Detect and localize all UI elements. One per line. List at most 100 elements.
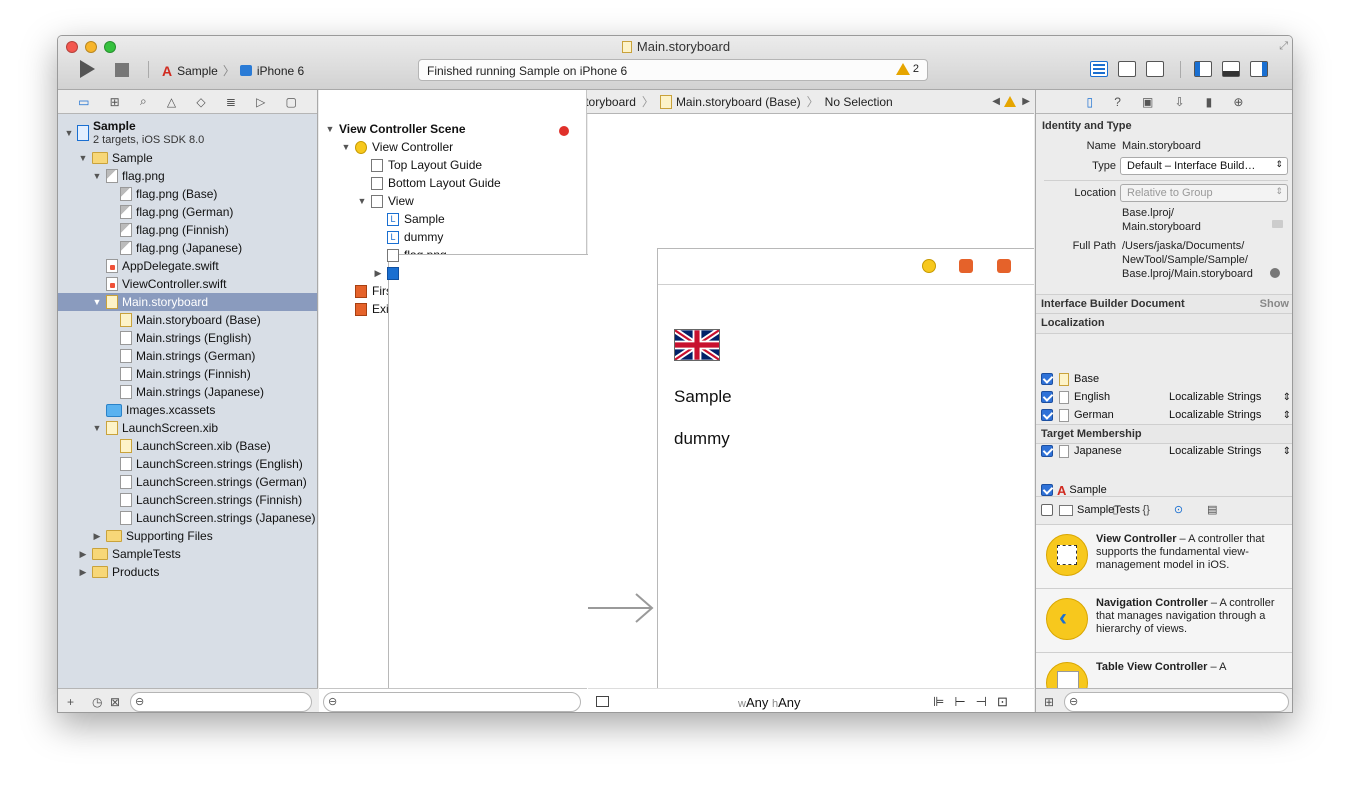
outline-item[interactable]: ▼ View Controller Scene — [319, 120, 788, 712]
navigator-item[interactable]: flag.png (Finnish) — [58, 221, 317, 239]
localization-kind-popup[interactable]: Localizable Strings — [1169, 409, 1261, 421]
navigator-item[interactable]: LaunchScreen.strings (English) — [58, 455, 317, 473]
name-value[interactable]: Main.storyboard — [1122, 140, 1201, 152]
popup-arrows-icon[interactable]: ⇕ — [1283, 392, 1291, 403]
size-inspector-tab-icon[interactable]: ▮ — [1206, 95, 1213, 109]
resizing-icon[interactable]: ⊡ — [997, 694, 1018, 709]
location-popup[interactable]: Relative to Group ⇕ — [1120, 184, 1288, 202]
flag-image[interactable] — [673, 327, 721, 363]
outline-item[interactable]: Bottom Layout Guide — [319, 174, 587, 192]
view-controller-icon[interactable] — [922, 259, 936, 273]
navigator-item[interactable]: ▶ Supporting Files — [58, 527, 317, 545]
ib-document-show-button[interactable]: Show — [1260, 298, 1289, 310]
disclosure-open-icon[interactable]: ▼ — [64, 124, 74, 142]
debug-area-toggle-icon[interactable] — [1222, 61, 1240, 77]
debug-navigator-tab-icon[interactable]: ≣ — [226, 95, 236, 109]
library-filter-field[interactable]: ⊖ — [1064, 692, 1289, 712]
dummy-label[interactable]: dummy — [674, 429, 730, 449]
disclosure-open-icon[interactable]: ▼ — [325, 120, 335, 138]
navigator-item[interactable]: flag.png (Base) — [58, 185, 317, 203]
outline-item[interactable]: Ldummy — [319, 228, 587, 246]
outline-item[interactable]: ▼ View Controller — [319, 138, 587, 156]
library-item[interactable]: ‹ Navigation Controller – A controller th… — [1036, 588, 1292, 652]
storyboard-canvas[interactable]: Sample dummy — [588, 114, 1034, 688]
view-controller-scene[interactable]: Sample dummy — [657, 248, 1034, 688]
disclosure-closed-icon[interactable]: ▶ — [92, 527, 102, 545]
outline-toggle-icon[interactable] — [596, 696, 609, 707]
target-checkbox[interactable] — [1041, 484, 1053, 496]
breadcrumb-item[interactable]: Main.storyboard (Base) — [659, 94, 801, 109]
navigator-item[interactable]: Main.strings (English) — [58, 329, 317, 347]
version-editor-icon[interactable] — [1146, 61, 1164, 77]
disclosure-closed-icon[interactable]: ▶ — [78, 545, 88, 563]
reveal-in-finder-icon[interactable] — [1270, 268, 1280, 278]
navigator-item[interactable]: Main.strings (Finnish) — [58, 365, 317, 383]
size-class-control[interactable]: wAny hAny — [738, 695, 801, 710]
add-icon[interactable]: + — [67, 695, 74, 709]
disclosure-open-icon[interactable]: ▼ — [92, 293, 102, 311]
localization-checkbox[interactable] — [1041, 391, 1053, 403]
find-navigator-tab-icon[interactable]: ⌕ — [140, 94, 147, 109]
navigator-item[interactable]: ▼ Sample — [58, 149, 317, 167]
code-snippet-library-icon[interactable]: {} — [1143, 504, 1150, 516]
navigator-item[interactable]: ▶ SampleTests — [58, 545, 317, 563]
choose-location-folder-icon[interactable] — [1272, 220, 1283, 228]
navigator-item[interactable]: LaunchScreen.strings (Finnish) — [58, 491, 317, 509]
disclosure-open-icon[interactable]: ▼ — [357, 192, 367, 210]
library-item[interactable]: View Controller – A controller that supp… — [1036, 524, 1292, 588]
quick-help-tab-icon[interactable]: ? — [1114, 95, 1121, 109]
object-library-icon[interactable]: ⊙ — [1174, 503, 1183, 516]
assistant-editor-icon[interactable] — [1118, 61, 1136, 77]
file-inspector-tab-icon[interactable]: ▯ — [1087, 95, 1094, 109]
navigator-item[interactable]: LaunchScreen.strings (German) — [58, 473, 317, 491]
standard-editor-icon[interactable] — [1090, 61, 1108, 77]
disclosure-open-icon[interactable]: ▼ — [92, 419, 102, 437]
navigator-item[interactable]: ▼ LaunchScreen.xib — [58, 419, 317, 437]
navigator-item[interactable]: ▼ Main.storyboard — [58, 293, 317, 311]
align-icon[interactable]: ⊫ — [933, 694, 954, 709]
pin-icon[interactable]: ⊢ — [954, 694, 975, 709]
utilities-toggle-icon[interactable] — [1250, 61, 1268, 77]
project-root[interactable]: ▼ Sample 2 targets, iOS SDK 8.0 — [58, 117, 317, 149]
outline-item[interactable]: L Sample — [319, 210, 587, 228]
resolve-icon[interactable]: ⊣ — [976, 694, 997, 709]
navigator-item[interactable]: Main.storyboard (Base) — [58, 311, 317, 329]
identity-inspector-tab-icon[interactable]: ▣ — [1142, 95, 1153, 109]
navigator-item[interactable]: Images.xcassets — [58, 401, 317, 419]
breakpoint-navigator-tab-icon[interactable]: ▷ — [256, 95, 265, 109]
navigator-item[interactable]: ViewController.swift — [58, 275, 317, 293]
next-issue-icon[interactable]: ▶ — [1022, 96, 1030, 107]
project-navigator-tab-icon[interactable]: ▭ — [78, 95, 89, 109]
navigator-item[interactable]: ▶ Products — [58, 563, 317, 581]
navigator-filter-field[interactable]: ⊖ — [130, 692, 312, 712]
navigator-item[interactable]: Main.strings (German) — [58, 347, 317, 365]
outline-filter-field[interactable]: ⊖ — [323, 692, 581, 712]
sample-label[interactable]: Sample — [674, 387, 732, 407]
type-popup[interactable]: Default – Interface Build… ⇕ — [1120, 157, 1288, 175]
navigator-item[interactable]: AppDelegate.swift — [58, 257, 317, 275]
popup-arrows-icon[interactable]: ⇕ — [1283, 410, 1291, 421]
report-navigator-tab-icon[interactable]: ▢ — [286, 95, 297, 109]
warning-badge[interactable]: 2 — [895, 63, 919, 75]
source-control-filter-icon[interactable]: ⊠ — [110, 695, 120, 709]
popup-arrows-icon[interactable]: ⇕ — [1283, 446, 1291, 457]
initial-view-controller-arrow[interactable] — [588, 593, 654, 623]
breadcrumb-item[interactable]: No Selection — [825, 95, 893, 109]
localization-kind-popup[interactable]: Localizable Strings — [1169, 445, 1261, 457]
issue-navigator-tab-icon[interactable]: △ — [167, 95, 176, 109]
connections-inspector-tab-icon[interactable]: ⊕ — [1233, 95, 1243, 109]
error-indicator-icon[interactable] — [559, 126, 569, 136]
fullscreen-icon[interactable]: ⤢ — [1279, 40, 1288, 53]
activity-viewer[interactable]: Finished running Sample on iPhone 6 2 — [418, 59, 928, 81]
attributes-inspector-tab-icon[interactable]: ⇩ — [1174, 95, 1184, 109]
outline-item[interactable]: Top Layout Guide — [319, 156, 587, 174]
scheme-selector[interactable]: A Sample 〉 iPhone 6 — [162, 62, 304, 79]
localization-checkbox[interactable] — [1041, 409, 1053, 421]
navigator-item[interactable]: LaunchScreen.strings (Japanese) — [58, 509, 317, 527]
exit-icon[interactable] — [997, 259, 1011, 273]
localization-kind-popup[interactable]: Localizable Strings — [1169, 391, 1261, 403]
outline-item[interactable]: ▼ View — [319, 192, 587, 210]
disclosure-closed-icon[interactable]: ▶ — [373, 264, 383, 282]
run-button[interactable] — [80, 60, 95, 78]
media-library-icon[interactable]: ▤ — [1207, 503, 1217, 516]
